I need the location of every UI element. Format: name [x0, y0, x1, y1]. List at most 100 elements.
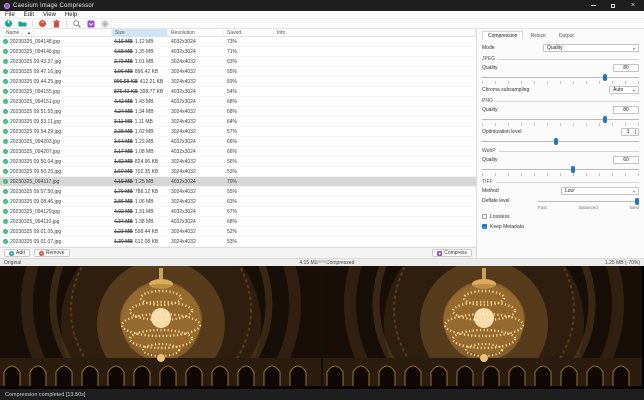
file-size-cell: 1.82 MB 824.96 KB	[112, 159, 168, 165]
preview-splitter-handle[interactable]	[315, 260, 329, 263]
check-icon: ✓	[3, 189, 8, 194]
slider-handle[interactable]	[634, 197, 639, 205]
compress-toolbar-button[interactable]	[86, 20, 95, 28]
column-header-info[interactable]: Info	[274, 29, 476, 37]
check-icon: ✓	[3, 159, 8, 164]
webp-quality-slider[interactable]	[482, 166, 639, 173]
keep-metadata-checkbox-row[interactable]: ✓ Keep Metadata	[482, 222, 639, 231]
table-row[interactable]: ✓ 20230325_094151.jpg 4.42 MB 1.43 MB 4032x3…	[0, 97, 476, 107]
slider-handle[interactable]	[554, 138, 559, 145]
table-row[interactable]: ✓ 20230325 09.08.46.jpg 2.86 MB 1.06 MB 3024…	[0, 197, 476, 207]
column-header-name[interactable]: Name ▴	[0, 29, 112, 37]
table-row[interactable]: ✓ 20230325 09.50.04.jpg 1.82 MB 824.96 KB 30…	[0, 157, 476, 167]
column-header-resolution[interactable]: Resolution	[168, 29, 224, 37]
deflate-tick-labels: Fast Balanced Best	[538, 205, 639, 210]
new-size: 1.43 MB	[134, 98, 154, 105]
table-row[interactable]: ✓ 20230325_094203.jpg 3.64 MB 1.22 MB 4032x3…	[0, 137, 476, 147]
table-row[interactable]: ✓ 20230325 09.44.25.jpg 996.58 KB 412.21 KB…	[0, 77, 476, 87]
table-row[interactable]: ✓ 20230325_094148.jpg 4.15 MB 1.12 MB 4032x3…	[0, 37, 476, 47]
table-row[interactable]: ✓ 20230325 09.01.05.jpg 1.23 MB 598.44 KB 30…	[0, 227, 476, 237]
table-row[interactable]: ✓ 20230325 09.51.55.jpg 4.24 MB 1.34 MB 3024…	[0, 107, 476, 117]
original-size: 2.73 MB	[114, 58, 133, 65]
original-preview-pane[interactable]	[0, 266, 321, 389]
clear-list-button[interactable]	[52, 19, 61, 28]
compressed-preview-pane[interactable]	[321, 266, 642, 389]
original-size: 1.23 MB	[114, 228, 133, 235]
close-button[interactable]: ×	[628, 1, 638, 10]
jpeg-quality-slider[interactable]	[482, 74, 639, 81]
tab-output[interactable]: Output	[553, 31, 580, 40]
table-row[interactable]: ✓ 20230325 09.07.50.jpg 1.70 MB 788.12 KB 30…	[0, 187, 476, 197]
table-row[interactable]: ✓ 20230325 09.01.07.jpg 1.30 MB 612.08 KB 30…	[0, 237, 476, 247]
original-preview-label: Original	[4, 259, 22, 266]
check-icon: ✓	[3, 89, 8, 94]
check-icon: ✓	[3, 49, 8, 54]
new-size: 702.35 KB	[134, 168, 159, 175]
table-row[interactable]: ✓ 20230325 09.50.25.jpg 1.50 MB 702.35 KB 30…	[0, 167, 476, 177]
tab-compression[interactable]: Compression	[482, 31, 524, 40]
keep-metadata-label: Keep Metadata	[490, 223, 524, 230]
original-size: 3.64 MB	[114, 138, 133, 145]
keep-metadata-checkbox[interactable]: ✓	[482, 224, 487, 230]
table-row[interactable]: ✓ 20230325_094207.jpg 3.17 MB 1.08 MB 4032x3…	[0, 147, 476, 157]
check-icon: ✓	[3, 179, 8, 184]
table-row[interactable]: ✓ 20230325_094129.jpg 4.02 MB 1.31 MB 4032x3…	[0, 207, 476, 217]
table-row[interactable]: ✓ 20230325 09.43.37.jpg 2.73 MB 1.01 MB 3024…	[0, 57, 476, 67]
file-name: 20230325_094129.jpg	[10, 208, 60, 215]
file-size-cell: 4.15 MB 1.12 MB	[112, 39, 168, 45]
column-header-saved[interactable]: Saved	[224, 29, 274, 37]
maximize-button[interactable]	[608, 1, 618, 10]
png-optimization-spinner[interactable]: 3 ▲ ▼	[621, 128, 639, 136]
tiff-method-select[interactable]: Lzw ▾	[561, 187, 639, 195]
slider-handle[interactable]	[571, 166, 576, 173]
chevron-down-icon: ▾	[632, 87, 635, 93]
file-saved: 70%	[227, 178, 238, 185]
jpeg-quality-input[interactable]: 80	[613, 64, 639, 72]
tab-resize[interactable]: Resize	[524, 31, 551, 40]
table-row[interactable]: ✓ 20230325_094117.jpg 4.15 MB 1.25 MB 4032x3…	[0, 177, 476, 187]
add-button[interactable]: + Add	[4, 249, 30, 257]
slider-handle[interactable]	[602, 116, 607, 123]
settings-icon	[100, 19, 109, 28]
menu-help[interactable]: Help	[65, 12, 77, 18]
file-name: 20230325 09.47.16.jpg	[10, 68, 62, 75]
compress-button[interactable]: ▼ Compress	[432, 249, 472, 257]
spin-down-icon[interactable]: ▼	[634, 132, 637, 135]
table-row[interactable]: ✓ 20230325_094110.jpg 4.34 MB 1.38 MB 4032x3…	[0, 217, 476, 227]
list-header: Name ▴ Size Resolution Saved Info	[0, 29, 476, 37]
add-file-button[interactable]: +	[4, 20, 13, 28]
png-optimization-slider[interactable]	[482, 138, 639, 145]
slider-ticks	[482, 81, 639, 84]
deflate-level-slider[interactable]	[538, 197, 639, 205]
file-name: 20230325 09.53.11.jpg	[10, 118, 61, 125]
mode-select[interactable]: Quality ▾	[543, 44, 639, 52]
table-row[interactable]: ✓ 20230325 09.47.16.jpg 1.96 MB 896.42 KB 30…	[0, 67, 476, 77]
column-header-size[interactable]: Size	[112, 29, 168, 37]
settings-button[interactable]	[100, 19, 109, 28]
png-quality-slider[interactable]	[482, 116, 639, 123]
file-name: 20230325 09.08.46.jpg	[10, 198, 62, 205]
new-size: 398.77 KB	[139, 88, 164, 95]
file-saved: 63%	[227, 58, 238, 65]
table-row[interactable]: ✓ 20230325_094155.jpg 875.43 KB 398.77 KB 40…	[0, 87, 476, 97]
remove-file-button[interactable]: −	[38, 20, 47, 28]
png-quality-input[interactable]: 80	[613, 106, 639, 114]
add-folder-icon	[18, 21, 27, 27]
slider-handle[interactable]	[602, 74, 607, 81]
chroma-subsampling-select[interactable]: Auto ▾	[609, 86, 639, 94]
original-size: 1.30 MB	[114, 238, 133, 245]
lossless-checkbox[interactable]	[482, 214, 487, 219]
table-row[interactable]: ✓ 20230325 09.54.29.jpg 2.38 MB 1.02 MB 3024…	[0, 127, 476, 137]
jpeg-quality-label: Quality	[482, 65, 498, 71]
table-row[interactable]: ✓ 20230325 09.53.11.jpg 3.11 MB 1.11 MB 3024…	[0, 117, 476, 127]
table-row[interactable]: ✓ 20230325_094146.jpg 4.68 MB 1.35 MB 4032x3…	[0, 47, 476, 57]
preview-button[interactable]	[72, 19, 81, 28]
add-folder-button[interactable]	[18, 20, 27, 28]
minimize-button[interactable]	[588, 1, 598, 10]
menu-file[interactable]: File	[5, 12, 15, 18]
remove-button[interactable]: − Remove	[33, 249, 70, 257]
webp-quality-input[interactable]: 60	[613, 156, 639, 164]
menu-view[interactable]: View	[43, 12, 56, 18]
menu-edit[interactable]: Edit	[24, 12, 34, 18]
lossless-checkbox-row[interactable]: Lossless	[482, 212, 639, 221]
